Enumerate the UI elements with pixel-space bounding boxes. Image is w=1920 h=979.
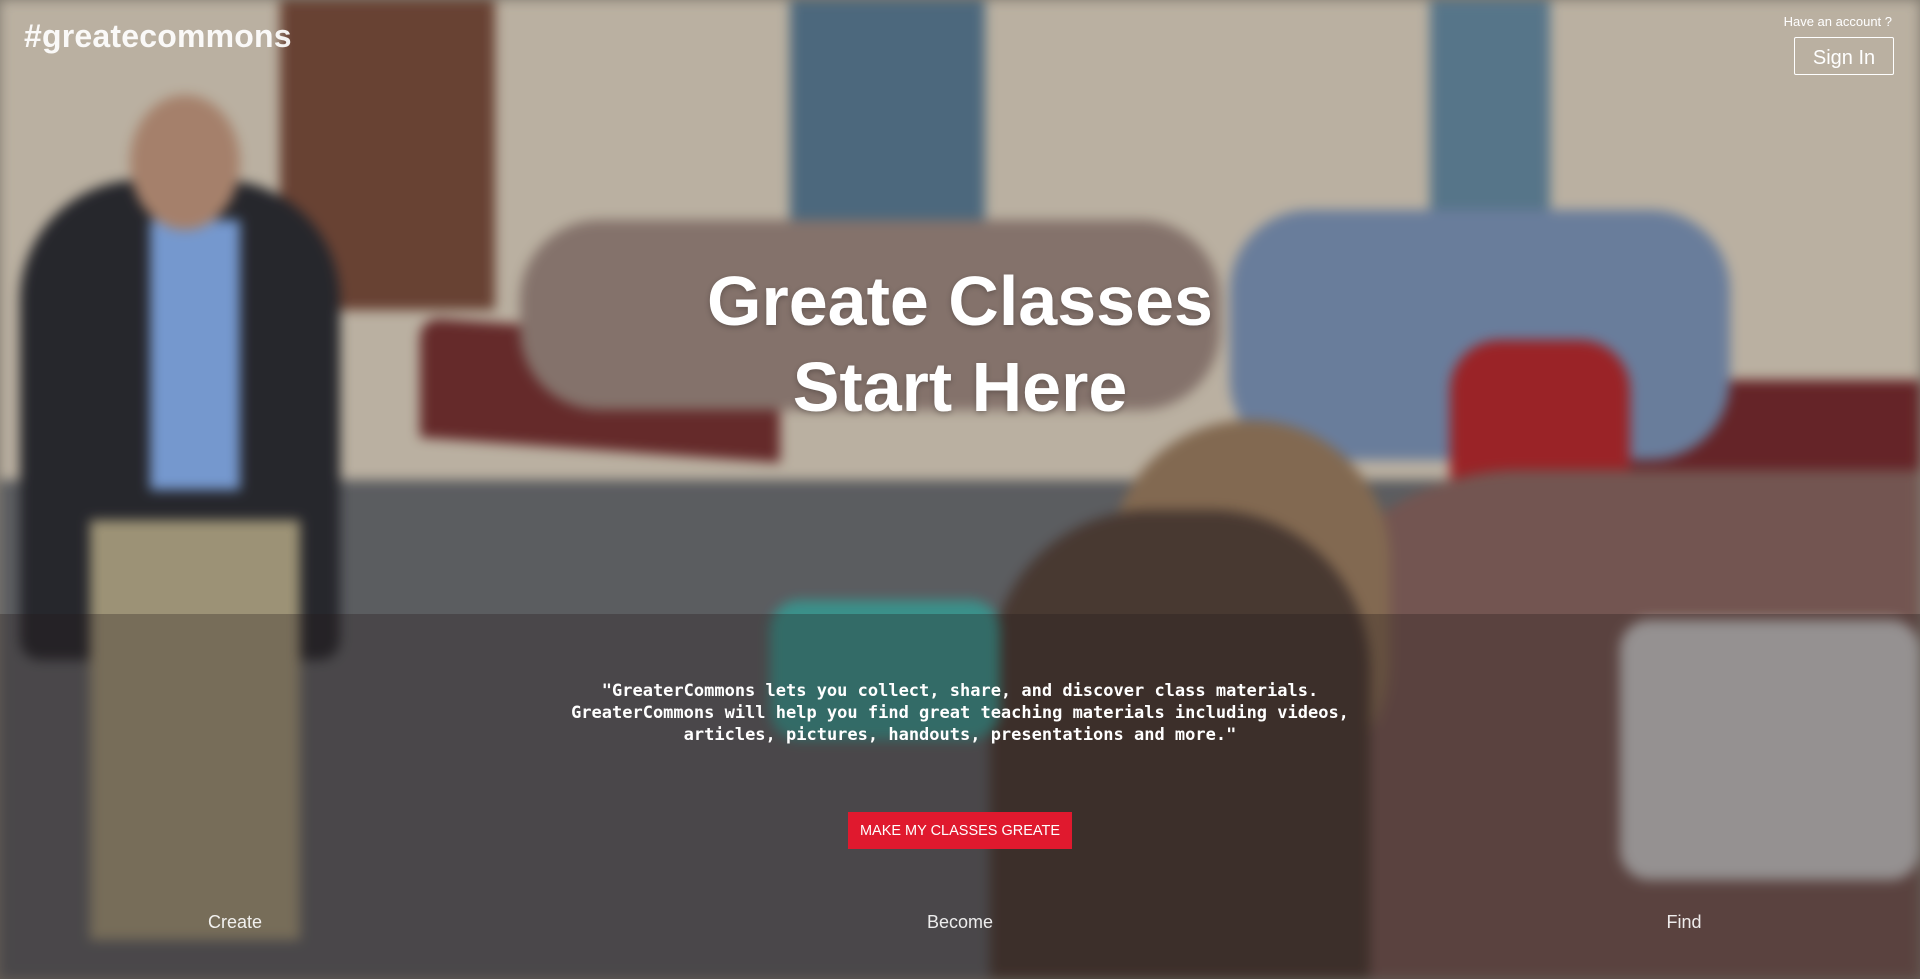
site-logo[interactable]: #greatecommons	[24, 18, 292, 55]
hero-title-line-1: Greate Classes	[707, 262, 1213, 340]
landing-page: #greatecommons Have an account ? Sign In…	[0, 0, 1920, 979]
nav-item-find[interactable]: Find	[1584, 912, 1784, 933]
make-my-classes-greate-button[interactable]: MAKE MY CLASSES GREATE	[848, 812, 1072, 849]
hero-quote: "GreaterCommons lets you collect, share,…	[460, 680, 1460, 746]
nav-item-become[interactable]: Become	[860, 912, 1060, 933]
quote-line-3: articles, pictures, handouts, presentati…	[683, 725, 1237, 745]
hero-title: Greate Classes Start Here	[0, 258, 1920, 430]
nav-item-create[interactable]: Create	[135, 912, 335, 933]
quote-line-1: "GreaterCommons lets you collect, share,…	[601, 681, 1319, 701]
have-account-text: Have an account ?	[1783, 14, 1892, 29]
hero-title-line-2: Start Here	[792, 348, 1128, 426]
account-box: Have an account ? Sign In	[1754, 14, 1894, 75]
sign-in-button[interactable]: Sign In	[1794, 37, 1894, 75]
quote-line-2: GreaterCommons will help you find great …	[571, 703, 1349, 723]
